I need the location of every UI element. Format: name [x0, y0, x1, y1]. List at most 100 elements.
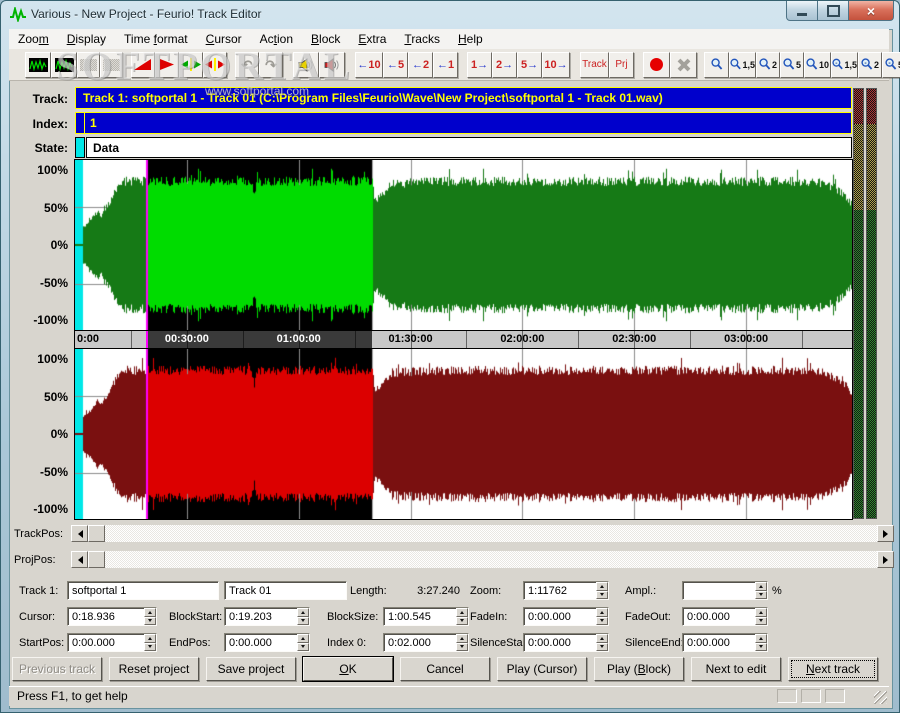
minimize-button[interactable] — [786, 1, 818, 21]
trackpos-scroll-left-button[interactable] — [71, 525, 88, 542]
maximize-button[interactable] — [818, 1, 849, 21]
toolbar-zoom-out-1-5-button[interactable]: -1,5 — [831, 51, 858, 78]
toolbar-shrink-block-button[interactable] — [203, 51, 227, 78]
toolbar-record-button[interactable] — [643, 51, 670, 78]
menu-time-format[interactable]: Time format — [115, 30, 197, 48]
toolbar-zoom-in-2-button[interactable]: 2 — [756, 51, 780, 78]
menu-zoom[interactable]: Zoom — [9, 30, 58, 48]
ruler-tick — [690, 331, 691, 348]
index0-spin-up-button[interactable] — [456, 634, 468, 643]
cursor-field[interactable]: 0:18.936 — [67, 607, 157, 626]
close-button[interactable]: × — [849, 1, 894, 21]
play-block-button[interactable]: Play (Block) — [594, 657, 684, 681]
menu-action[interactable]: Action — [251, 30, 302, 48]
endpos-spin-up-button[interactable] — [297, 634, 309, 643]
reset-project-button[interactable]: Reset project — [109, 657, 199, 681]
toolbar-zoom-out-5-button[interactable]: -5 — [882, 51, 900, 78]
toolbar-goto-project-button[interactable]: Prj — [609, 51, 634, 78]
play-cursor-button[interactable]: Play (Cursor) — [497, 657, 587, 681]
projpos-scroll-thumb[interactable] — [88, 551, 105, 568]
menu-display[interactable]: Display — [58, 30, 115, 48]
toolbar-zoom-out-2-button[interactable]: -2 — [858, 51, 882, 78]
blocksize-field[interactable]: 1:00.545 — [383, 607, 469, 626]
blockstart-field[interactable]: 0:19.203 — [224, 607, 310, 626]
trackpos-scroll-thumb[interactable] — [88, 525, 105, 542]
projpos-scroll-right-button[interactable] — [877, 551, 894, 568]
toolbar-step-right-2-button[interactable]: 2 → — [492, 51, 517, 78]
ampl-field[interactable] — [682, 581, 768, 600]
toolbar-goto-track-button[interactable]: Track — [580, 51, 609, 78]
cursor-spin-up-button[interactable] — [144, 608, 156, 617]
time-ruler[interactable]: 0:00 00:30:00 01:00:00 01:30:00 02:00:00 02:3… — [75, 330, 852, 349]
toolbar-track-wave-view-button[interactable] — [25, 51, 51, 78]
startpos-field[interactable]: 0:00.000 — [67, 633, 157, 652]
toolbar-fade-in-button[interactable] — [131, 51, 155, 78]
ampl-spin-up-button[interactable] — [755, 582, 767, 591]
waveform-right-channel[interactable] — [75, 349, 852, 519]
toolbar-expand-block-button[interactable] — [179, 51, 203, 78]
zoom-spin-up-button[interactable] — [596, 582, 608, 591]
endpos-field[interactable]: 0:00.000 — [224, 633, 310, 652]
toolbar-step-left-10-button[interactable]: ← 10 — [355, 51, 383, 78]
toolbar-zoom-in-5-button[interactable]: 5 — [780, 51, 804, 78]
toolbar-zoom-select-button[interactable] — [704, 51, 729, 78]
menu-tracks[interactable]: Tracks — [395, 30, 449, 48]
toolbar-zoom-in-10-button[interactable]: 10 — [804, 51, 831, 78]
trackpos-scrollbar[interactable] — [71, 525, 894, 542]
index0-spin-down-button[interactable] — [456, 642, 468, 651]
silenceend-field[interactable]: 0:00.000 — [682, 633, 768, 652]
blocksize-spin-up-button[interactable] — [456, 608, 468, 617]
toolbar-project-wave-view-button[interactable] — [51, 51, 77, 78]
titlebar[interactable]: Various - New Project - Feurio! Track Ed… — [1, 1, 899, 29]
fadein-spin-down-button[interactable] — [596, 616, 608, 625]
toolbar-play-speaker-button[interactable] — [293, 51, 319, 78]
toolbar-step-right-10-button[interactable]: 10 → — [542, 51, 570, 78]
toolbar-step-left-1-button[interactable]: ← 1 — [433, 51, 458, 78]
fadeout-field[interactable]: 0:00.000 — [682, 607, 768, 626]
silencestart-field[interactable]: 0:00.000 — [523, 633, 609, 652]
ampl-spin-down-button[interactable] — [755, 590, 767, 599]
next-to-edit-button[interactable]: Next to edit — [691, 657, 781, 681]
blocksize-spin-down-button[interactable] — [456, 616, 468, 625]
toolbar-step-right-5-button[interactable]: 5 → — [517, 51, 542, 78]
toolbar-step-right-1-button[interactable]: 1 → — [467, 51, 492, 78]
toolbar-stop-speaker-button[interactable] — [319, 51, 345, 78]
trackpos-scroll-right-button[interactable] — [877, 525, 894, 542]
blockstart-spin-down-button[interactable] — [297, 616, 309, 625]
toolbar-step-left-5-button[interactable]: ← 5 — [383, 51, 408, 78]
fadeout-spin-up-button[interactable] — [755, 608, 767, 617]
silenceend-spin-up-button[interactable] — [755, 634, 767, 643]
next-track-button[interactable]: Next track — [788, 657, 878, 681]
tracktitle-field[interactable]: Track 01 — [224, 581, 347, 600]
zoom-field[interactable]: 1:11762 — [523, 581, 609, 600]
projpos-scroll-left-button[interactable] — [71, 551, 88, 568]
menu-cursor[interactable]: Cursor — [197, 30, 251, 48]
endpos-spin-down-button[interactable] — [297, 642, 309, 651]
silencestart-spin-down-button[interactable] — [596, 642, 608, 651]
cancel-button[interactable]: Cancel — [400, 657, 490, 681]
toolbar-step-left-2-button[interactable]: ← 2 — [408, 51, 433, 78]
menu-block[interactable]: Block — [302, 30, 349, 48]
toolbar-fade-out-button[interactable] — [155, 51, 179, 78]
menu-help[interactable]: Help — [449, 30, 492, 48]
menu-extra[interactable]: Extra — [349, 30, 395, 48]
save-project-button[interactable]: Save project — [206, 657, 296, 681]
fadein-spin-up-button[interactable] — [596, 608, 608, 617]
index0-field[interactable]: 0:02.000 — [383, 633, 469, 652]
fadeout-label: FadeOut: — [625, 611, 671, 623]
startpos-spin-up-button[interactable] — [144, 634, 156, 643]
silenceend-spin-down-button[interactable] — [755, 642, 767, 651]
toolbar-zoom-in-1-5-button[interactable]: 1,5 — [729, 51, 756, 78]
blockstart-spin-up-button[interactable] — [297, 608, 309, 617]
fadein-field[interactable]: 0:00.000 — [523, 607, 609, 626]
ok-button[interactable]: OK — [303, 657, 393, 681]
projpos-scrollbar[interactable] — [71, 551, 894, 568]
silencestart-spin-up-button[interactable] — [596, 634, 608, 643]
cursor-spin-down-button[interactable] — [144, 616, 156, 625]
waveform-left-channel[interactable] — [75, 160, 852, 330]
startpos-spin-down-button[interactable] — [144, 642, 156, 651]
resize-grip[interactable] — [874, 691, 887, 704]
zoom-spin-down-button[interactable] — [596, 590, 608, 599]
track1-field[interactable]: softportal 1 — [67, 581, 219, 600]
fadeout-spin-down-button[interactable] — [755, 616, 767, 625]
